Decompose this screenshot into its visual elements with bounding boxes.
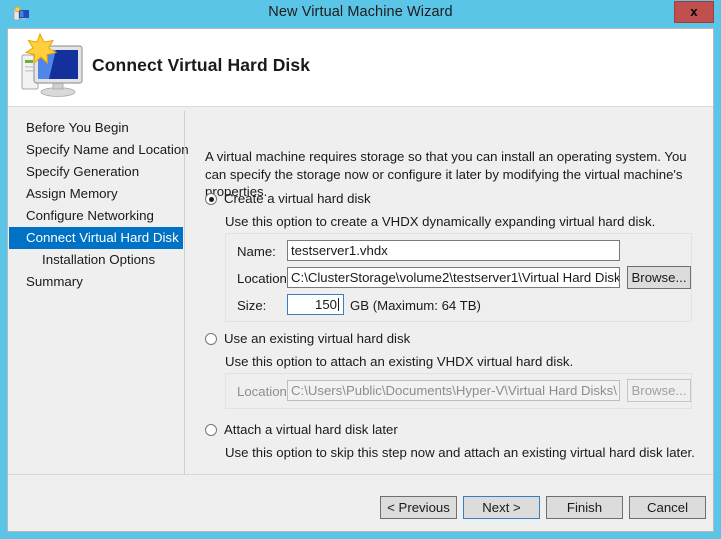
browse-button-existing[interactable]: Browse... (627, 379, 691, 402)
sidebar-item-specify-generation[interactable]: Specify Generation (9, 161, 183, 183)
next-button[interactable]: Next > (463, 496, 540, 519)
name-label: Name: (237, 244, 276, 259)
sidebar-item-specify-name-location[interactable]: Specify Name and Location (9, 139, 189, 161)
content-pane: A virtual machine requires storage so th… (185, 107, 713, 474)
radio-label-attach-later: Attach a virtual hard disk later (224, 422, 398, 437)
size-input[interactable]: 150 (287, 294, 344, 315)
cancel-button[interactable]: Cancel (629, 496, 706, 519)
radio-icon-attach-later (205, 424, 217, 436)
radio-icon-existing (205, 333, 217, 345)
radio-create-virtual-hard-disk[interactable]: Create a virtual hard disk (205, 191, 371, 206)
size-label: Size: (237, 298, 267, 313)
existing-location-input[interactable]: C:\Users\Public\Documents\Hyper-V\Virtua… (287, 380, 620, 401)
wizard-banner: Connect Virtual Hard Disk (8, 29, 713, 107)
new-vm-monitor-icon (16, 32, 88, 99)
sidebar-item-installation-options[interactable]: Installation Options (9, 249, 183, 271)
radio-icon-create (205, 193, 217, 205)
sidebar-item-assign-memory[interactable]: Assign Memory (9, 183, 183, 205)
previous-button[interactable]: < Previous (380, 496, 457, 519)
radio-attach-virtual-hard-disk-later[interactable]: Attach a virtual hard disk later (205, 422, 398, 437)
attach-later-description: Use this option to skip this step now an… (225, 445, 695, 460)
footer-bar: < Previous Next > Finish Cancel (8, 475, 713, 531)
location-label: Location: (237, 271, 291, 286)
create-disk-description: Use this option to create a VHDX dynamic… (225, 214, 656, 229)
window-title: New Virtual Machine Wizard (268, 4, 453, 20)
sidebar-item-summary[interactable]: Summary (9, 271, 183, 293)
wizard-steps-sidebar: Before You Begin Specify Name and Locati… (8, 107, 189, 474)
client-area: Connect Virtual Hard Disk Before You Beg… (7, 28, 714, 532)
existing-location-label: Location: (237, 384, 291, 399)
new-vm-wizard-window: New Virtual Machine Wizard x Connect Vir… (0, 0, 721, 539)
size-unit-hint: GB (Maximum: 64 TB) (350, 298, 481, 313)
radio-label-create: Create a virtual hard disk (224, 191, 371, 206)
title-bar: New Virtual Machine Wizard x (0, 0, 721, 28)
text-caret (338, 298, 339, 311)
name-input[interactable]: testserver1.vhdx (287, 240, 620, 261)
location-input[interactable]: C:\ClusterStorage\volume2\testserver1\Vi… (287, 267, 620, 288)
radio-label-existing: Use an existing virtual hard disk (224, 331, 411, 346)
browse-button-create[interactable]: Browse... (627, 266, 691, 289)
sidebar-item-before-you-begin[interactable]: Before You Begin (9, 117, 183, 139)
size-input-value: 150 (314, 297, 337, 312)
page-title: Connect Virtual Hard Disk (92, 55, 311, 75)
sidebar-item-configure-networking[interactable]: Configure Networking (9, 205, 183, 227)
finish-button[interactable]: Finish (546, 496, 623, 519)
close-button[interactable]: x (674, 1, 714, 23)
existing-disk-description: Use this option to attach an existing VH… (225, 354, 574, 369)
radio-use-existing-virtual-hard-disk[interactable]: Use an existing virtual hard disk (205, 331, 410, 346)
sidebar-item-connect-virtual-hard-disk[interactable]: Connect Virtual Hard Disk (9, 227, 183, 249)
